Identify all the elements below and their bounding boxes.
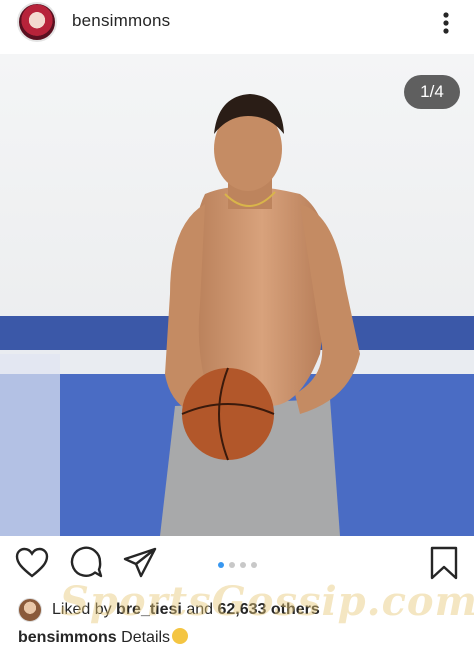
send-icon[interactable] [122, 545, 158, 581]
likes-prefix: Liked by [52, 601, 112, 618]
basketball-player-image [0, 54, 474, 536]
likes-others[interactable]: 62,633 others [217, 601, 319, 619]
carousel-dot [251, 562, 257, 568]
carousel-dot [229, 562, 235, 568]
more-options-icon[interactable] [432, 10, 460, 36]
carousel-indicator [218, 562, 257, 568]
bookmark-icon[interactable] [426, 545, 462, 581]
heart-icon[interactable] [14, 545, 50, 581]
likes-joiner: and [186, 601, 214, 618]
caption-username[interactable]: bensimmons [18, 629, 117, 646]
caption-text: Details [121, 629, 171, 646]
emoji-icon [172, 628, 189, 644]
carousel-counter: 1/4 [404, 75, 460, 109]
carousel-dot [218, 562, 224, 568]
likes-line[interactable]: Liked by bre_tiesi and 62,633 others [18, 597, 320, 623]
post-photo[interactable] [0, 54, 474, 536]
profile-avatar[interactable] [17, 2, 57, 42]
carousel-dot [240, 562, 246, 568]
liker-avatar[interactable] [18, 598, 42, 622]
post-header: bensimmons [0, 0, 474, 50]
post-username[interactable]: bensimmons [72, 11, 170, 31]
post-caption: bensimmons Details [18, 628, 189, 647]
comment-icon[interactable] [68, 545, 104, 581]
liker-username[interactable]: bre_tiesi [116, 601, 182, 619]
